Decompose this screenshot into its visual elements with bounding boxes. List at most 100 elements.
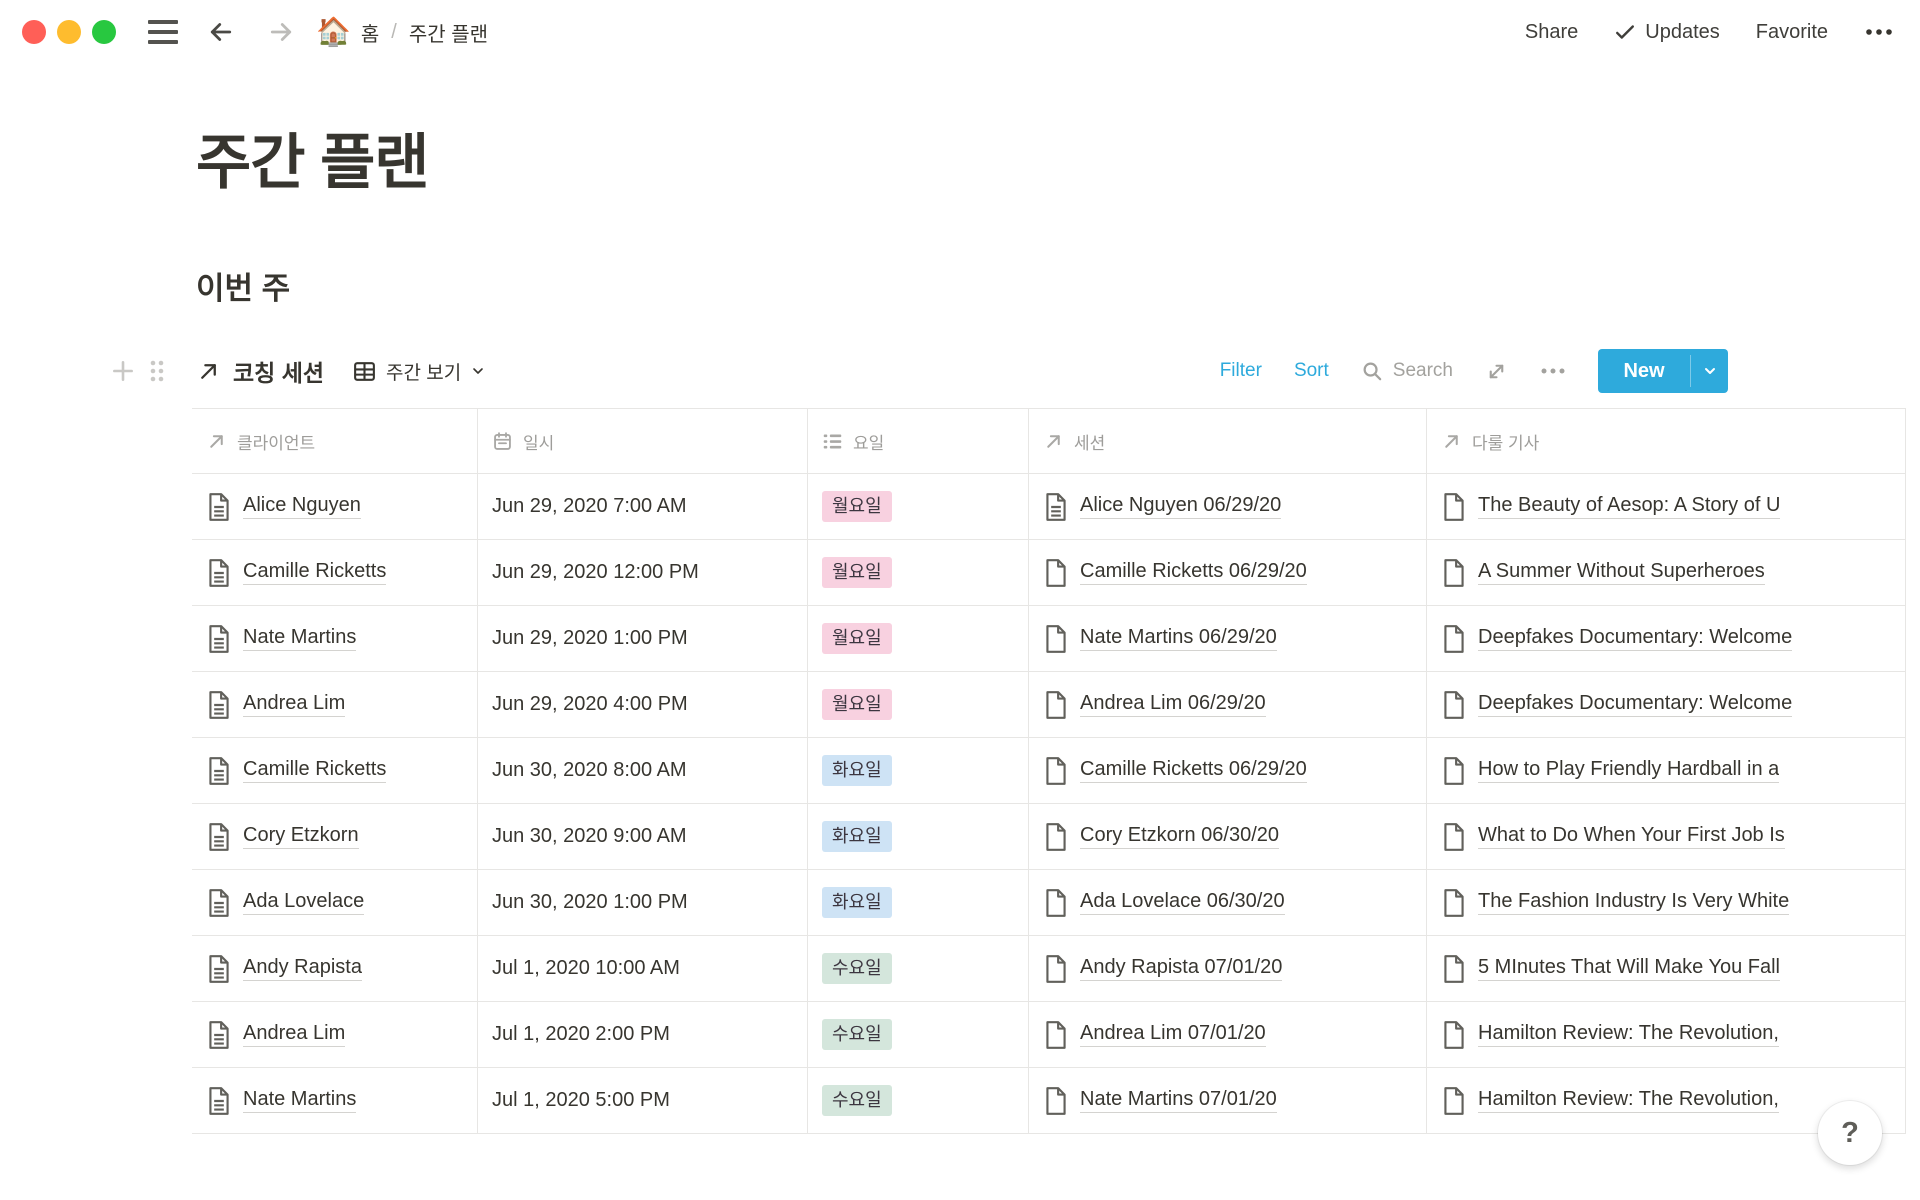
- article-page-link[interactable]: The Fashion Industry Is Very White: [1478, 890, 1789, 915]
- share-button[interactable]: Share: [1525, 21, 1578, 44]
- client-cell[interactable]: Nate Martins: [192, 606, 478, 671]
- session-cell[interactable]: Andrea Lim 07/01/20: [1029, 1002, 1427, 1067]
- session-cell[interactable]: Cory Etzkorn 06/30/20: [1029, 804, 1427, 869]
- article-cell[interactable]: How to Play Friendly Hardball in a: [1427, 738, 1906, 803]
- filter-button[interactable]: Filter: [1220, 360, 1262, 382]
- section-heading[interactable]: 이번 주: [196, 263, 1920, 308]
- article-cell[interactable]: What to Do When Your First Job Is: [1427, 804, 1906, 869]
- datetime-cell[interactable]: Jun 29, 2020 12:00 PM: [478, 540, 808, 605]
- article-cell[interactable]: The Beauty of Aesop: A Story of U: [1427, 474, 1906, 539]
- session-cell[interactable]: Andy Rapista 07/01/20: [1029, 936, 1427, 1001]
- article-cell[interactable]: Deepfakes Documentary: Welcome: [1427, 606, 1906, 671]
- minimize-window-icon[interactable]: [57, 20, 81, 44]
- datetime-cell[interactable]: Jun 29, 2020 1:00 PM: [478, 606, 808, 671]
- day-cell[interactable]: 월요일: [808, 606, 1029, 671]
- client-cell[interactable]: Camille Ricketts: [192, 738, 478, 803]
- client-page-link[interactable]: Ada Lovelace: [243, 890, 364, 915]
- article-cell[interactable]: Deepfakes Documentary: Welcome: [1427, 672, 1906, 737]
- client-page-link[interactable]: Andrea Lim: [243, 692, 345, 717]
- article-cell[interactable]: Hamilton Review: The Revolution,: [1427, 1002, 1906, 1067]
- drag-handle-icon[interactable]: [148, 358, 166, 384]
- expand-diagonal-icon[interactable]: [1485, 360, 1508, 383]
- datetime-cell[interactable]: Jun 29, 2020 7:00 AM: [478, 474, 808, 539]
- client-cell[interactable]: Ada Lovelace: [192, 870, 478, 935]
- updates-button[interactable]: Updates: [1614, 21, 1720, 44]
- more-view-options-icon[interactable]: [1540, 365, 1566, 377]
- client-cell[interactable]: Andy Rapista: [192, 936, 478, 1001]
- datetime-cell[interactable]: Jul 1, 2020 2:00 PM: [478, 1002, 808, 1067]
- article-page-link[interactable]: 5 MInutes That Will Make You Fall: [1478, 956, 1780, 981]
- client-page-link[interactable]: Nate Martins: [243, 1088, 356, 1113]
- session-cell[interactable]: Camille Ricketts 06/29/20: [1029, 738, 1427, 803]
- breadcrumb-home[interactable]: 홈: [361, 18, 379, 47]
- collection-title-link[interactable]: 코칭 세션: [196, 354, 324, 388]
- session-cell[interactable]: Nate Martins 06/29/20: [1029, 606, 1427, 671]
- article-cell[interactable]: The Fashion Industry Is Very White: [1427, 870, 1906, 935]
- view-switcher[interactable]: 주간 보기: [352, 358, 486, 385]
- client-page-link[interactable]: Andy Rapista: [243, 956, 362, 981]
- session-page-link[interactable]: Ada Lovelace 06/30/20: [1080, 890, 1285, 915]
- client-cell[interactable]: Cory Etzkorn: [192, 804, 478, 869]
- datetime-cell[interactable]: Jun 30, 2020 1:00 PM: [478, 870, 808, 935]
- datetime-cell[interactable]: Jun 30, 2020 9:00 AM: [478, 804, 808, 869]
- session-cell[interactable]: Camille Ricketts 06/29/20: [1029, 540, 1427, 605]
- add-block-icon[interactable]: [110, 358, 136, 384]
- client-page-link[interactable]: Cory Etzkorn: [243, 824, 359, 849]
- client-page-link[interactable]: Camille Ricketts: [243, 758, 386, 783]
- zoom-window-icon[interactable]: [92, 20, 116, 44]
- session-page-link[interactable]: Andrea Lim 07/01/20: [1080, 1022, 1266, 1047]
- datetime-cell[interactable]: Jun 29, 2020 4:00 PM: [478, 672, 808, 737]
- session-page-link[interactable]: Nate Martins 07/01/20: [1080, 1088, 1277, 1113]
- article-page-link[interactable]: A Summer Without Superheroes: [1478, 560, 1765, 585]
- day-cell[interactable]: 화요일: [808, 870, 1029, 935]
- session-page-link[interactable]: Camille Ricketts 06/29/20: [1080, 560, 1307, 585]
- sidebar-menu-icon[interactable]: [148, 20, 178, 44]
- new-button-label[interactable]: New: [1598, 349, 1690, 393]
- client-cell[interactable]: Alice Nguyen: [192, 474, 478, 539]
- help-button[interactable]: ?: [1818, 1101, 1882, 1165]
- search-button[interactable]: Search: [1361, 360, 1453, 383]
- client-page-link[interactable]: Nate Martins: [243, 626, 356, 651]
- session-cell[interactable]: Andrea Lim 06/29/20: [1029, 672, 1427, 737]
- article-page-link[interactable]: How to Play Friendly Hardball in a: [1478, 758, 1779, 783]
- session-page-link[interactable]: Alice Nguyen 06/29/20: [1080, 494, 1281, 519]
- session-page-link[interactable]: Andy Rapista 07/01/20: [1080, 956, 1282, 981]
- session-cell[interactable]: Ada Lovelace 06/30/20: [1029, 870, 1427, 935]
- day-cell[interactable]: 화요일: [808, 804, 1029, 869]
- column-header-client[interactable]: 클라이언트: [192, 409, 478, 473]
- day-cell[interactable]: 월요일: [808, 672, 1029, 737]
- breadcrumb-current-page[interactable]: 주간 플랜: [409, 18, 488, 47]
- day-cell[interactable]: 수요일: [808, 1068, 1029, 1133]
- article-page-link[interactable]: The Beauty of Aesop: A Story of U: [1478, 494, 1780, 519]
- session-page-link[interactable]: Nate Martins 06/29/20: [1080, 626, 1277, 651]
- client-page-link[interactable]: Andrea Lim: [243, 1022, 345, 1047]
- day-cell[interactable]: 월요일: [808, 474, 1029, 539]
- datetime-cell[interactable]: Jun 30, 2020 8:00 AM: [478, 738, 808, 803]
- client-cell[interactable]: Andrea Lim: [192, 672, 478, 737]
- close-window-icon[interactable]: [22, 20, 46, 44]
- article-page-link[interactable]: Deepfakes Documentary: Welcome: [1478, 626, 1792, 651]
- session-page-link[interactable]: Andrea Lim 06/29/20: [1080, 692, 1266, 717]
- article-page-link[interactable]: Hamilton Review: The Revolution,: [1478, 1088, 1779, 1113]
- column-header-day[interactable]: 요일: [808, 409, 1029, 473]
- back-icon[interactable]: [204, 15, 238, 49]
- new-button-dropdown-icon[interactable]: [1691, 349, 1728, 393]
- session-page-link[interactable]: Cory Etzkorn 06/30/20: [1080, 824, 1279, 849]
- client-cell[interactable]: Andrea Lim: [192, 1002, 478, 1067]
- datetime-cell[interactable]: Jul 1, 2020 10:00 AM: [478, 936, 808, 1001]
- page-title[interactable]: 주간 플랜: [196, 114, 1920, 201]
- client-cell[interactable]: Nate Martins: [192, 1068, 478, 1133]
- forward-icon[interactable]: [264, 15, 298, 49]
- article-page-link[interactable]: Hamilton Review: The Revolution,: [1478, 1022, 1779, 1047]
- day-cell[interactable]: 수요일: [808, 1002, 1029, 1067]
- client-cell[interactable]: Camille Ricketts: [192, 540, 478, 605]
- sort-button[interactable]: Sort: [1294, 360, 1329, 382]
- day-cell[interactable]: 화요일: [808, 738, 1029, 803]
- session-page-link[interactable]: Camille Ricketts 06/29/20: [1080, 758, 1307, 783]
- session-cell[interactable]: Nate Martins 07/01/20: [1029, 1068, 1427, 1133]
- client-page-link[interactable]: Camille Ricketts: [243, 560, 386, 585]
- day-cell[interactable]: 월요일: [808, 540, 1029, 605]
- collection-title[interactable]: 코칭 세션: [233, 354, 324, 388]
- article-cell[interactable]: A Summer Without Superheroes: [1427, 540, 1906, 605]
- day-cell[interactable]: 수요일: [808, 936, 1029, 1001]
